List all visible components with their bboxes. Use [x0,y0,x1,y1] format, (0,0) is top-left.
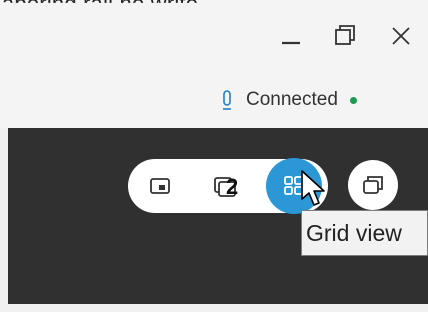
status-dot-indicator [349,96,357,104]
restore-icon [335,25,355,45]
close-icon [392,27,410,45]
minimize-button[interactable] [274,18,310,54]
grid-view-tooltip: Grid view [301,210,428,256]
float-window-icon [363,176,383,194]
restore-button[interactable] [328,18,364,54]
picture-in-picture-icon [150,178,170,194]
float-window-button[interactable] [348,160,398,210]
partial-header-text: aboring rail no write [2,0,199,16]
connection-status-label: Connected [246,89,338,110]
left-edge [0,128,8,312]
close-button[interactable] [383,18,419,54]
mouse-cursor-icon [301,170,325,206]
picture-in-picture-button[interactable] [142,168,178,204]
bottom-edge [0,304,428,312]
connection-status: Connected [222,84,357,116]
badge-count: 2 [226,174,239,199]
minimize-icon [282,41,300,45]
microphone-icon [223,90,231,110]
